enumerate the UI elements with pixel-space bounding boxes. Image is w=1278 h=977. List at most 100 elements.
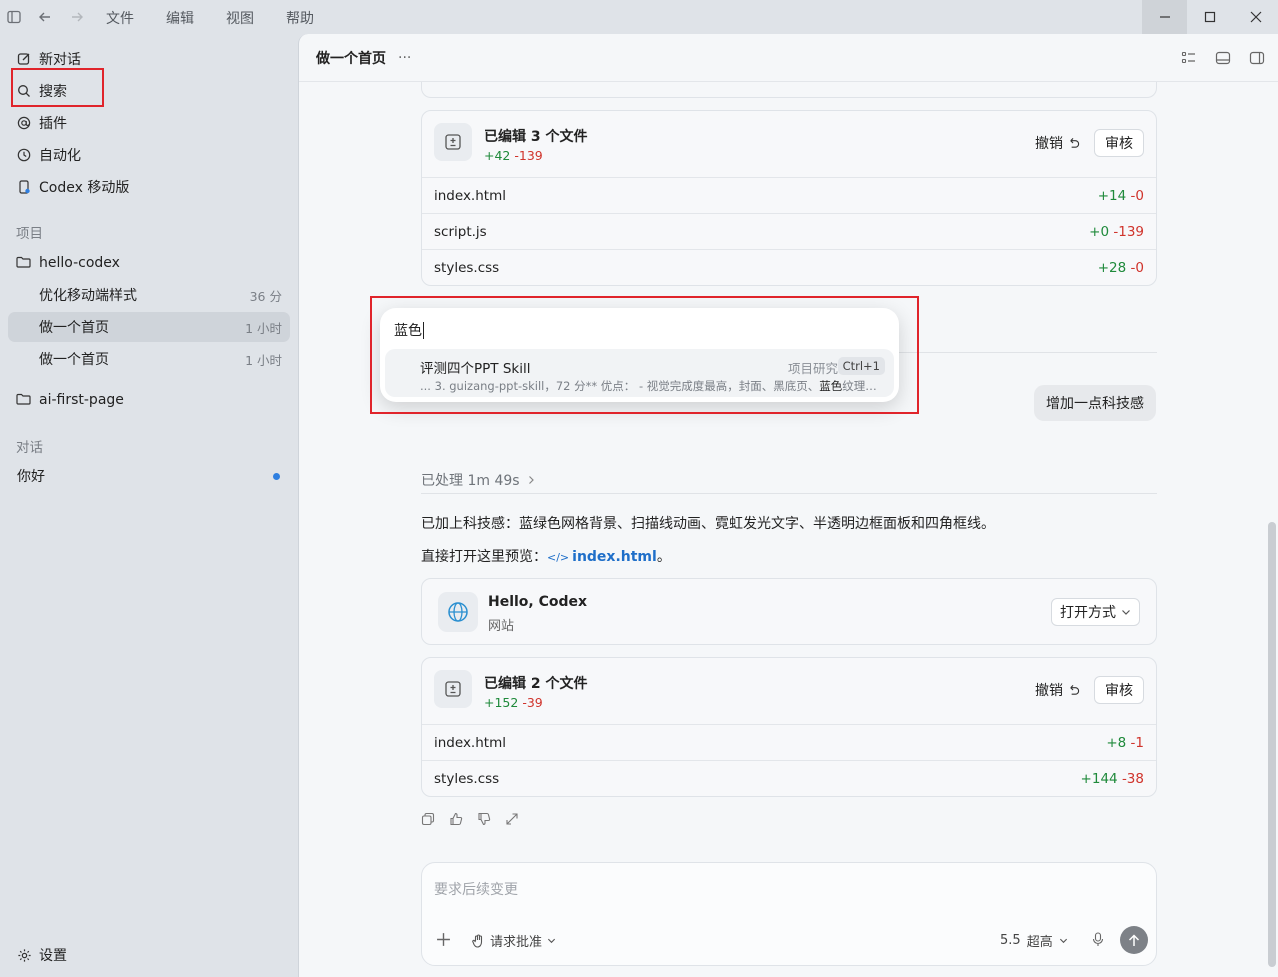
thumbs-down-icon[interactable] — [477, 812, 493, 828]
approval-dropdown[interactable]: 请求批准 — [472, 931, 556, 950]
microphone-icon[interactable] — [1092, 932, 1104, 947]
file-row[interactable]: script.js +0 -139 — [422, 213, 1156, 249]
file-diff: +0 -139 — [1089, 223, 1144, 240]
plugins-button[interactable]: 插件 — [8, 108, 290, 138]
website-title: Hello, Codex — [488, 594, 588, 610]
hand-icon — [472, 933, 483, 948]
file-diff: +8 -1 — [1106, 734, 1144, 751]
projects-section-label: 项目 — [16, 226, 43, 242]
website-card[interactable]: Hello, Codex 网站 打开方式 — [421, 578, 1157, 645]
thread-item-active[interactable]: 做一个首页 1 小时 — [8, 312, 290, 342]
thread-title: 优化移动端样式 — [39, 288, 137, 304]
sidebar: 新对话 搜索 插件 自动化 Codex 移动版 项目 hello-codex 优… — [0, 34, 298, 977]
scrollbar-thumb[interactable] — [1268, 522, 1276, 967]
arrow-up-icon — [1128, 933, 1140, 946]
automation-button[interactable]: 自动化 — [8, 140, 290, 170]
copy-icon[interactable] — [421, 812, 437, 828]
menu-file[interactable]: 文件 — [96, 8, 144, 28]
diff-icon — [434, 670, 472, 708]
share-icon[interactable] — [505, 812, 521, 828]
minimize-button[interactable] — [1142, 0, 1187, 34]
thread-title: 做一个首页 — [39, 352, 109, 368]
message-actions — [421, 812, 521, 828]
file-name: index.html — [434, 187, 506, 204]
plus-icon[interactable] — [436, 932, 451, 947]
diff-icon — [434, 123, 472, 161]
back-arrow-icon[interactable] — [34, 6, 56, 28]
compose-icon — [16, 51, 32, 67]
file-diff: +14 -0 — [1097, 187, 1144, 204]
open-with-button[interactable]: 打开方式 — [1051, 598, 1140, 626]
chevron-down-icon — [1122, 610, 1130, 615]
forward-arrow-icon[interactable] — [66, 6, 88, 28]
undo-button[interactable]: 撤销 — [1035, 133, 1080, 153]
codex-mobile-button[interactable]: Codex 移动版 — [8, 172, 290, 202]
more-options-button[interactable]: ··· — [398, 50, 411, 66]
settings-button[interactable]: 设置 — [8, 940, 290, 970]
menu-view[interactable]: 视图 — [216, 8, 264, 28]
file-row[interactable]: index.html +8 -1 — [422, 724, 1156, 760]
file-name: styles.css — [434, 770, 500, 787]
result-project: 项目研究 — [787, 361, 838, 376]
result-snippet: ... 3. guizang-ppt-skill，72 分** 优点： - 视觉… — [420, 379, 885, 393]
chevron-down-icon — [547, 938, 556, 944]
chats-section-label: 对话 — [16, 440, 43, 456]
send-button[interactable] — [1120, 926, 1148, 954]
thread-item[interactable]: 优化移动端样式 36 分 — [8, 280, 290, 310]
review-button[interactable]: 审核 — [1094, 676, 1144, 704]
file-name: index.html — [434, 734, 506, 751]
file-name: styles.css — [434, 259, 500, 276]
folder-icon — [16, 392, 32, 408]
processed-label: 已处理 1m 49s — [421, 473, 520, 489]
project-hello-codex[interactable]: hello-codex — [8, 248, 290, 278]
undo-button[interactable]: 撤销 — [1035, 680, 1080, 700]
main-header: 做一个首页 ··· — [299, 34, 1278, 82]
search-query: 蓝色 — [394, 323, 422, 339]
model-selector[interactable]: 5.5 超高 — [1000, 931, 1068, 950]
folder-icon — [16, 255, 32, 271]
phone-icon — [16, 179, 32, 195]
thumbs-up-icon[interactable] — [449, 812, 465, 828]
website-subtitle: 网站 — [488, 619, 515, 634]
clock-icon — [16, 147, 32, 163]
close-button[interactable] — [1233, 0, 1278, 34]
file-diff: +28 -0 — [1097, 259, 1144, 276]
search-result-item[interactable]: 评测四个PPT Skill 项目研究 Ctrl+1 ... 3. guizang… — [385, 349, 894, 397]
menu-help[interactable]: 帮助 — [276, 8, 324, 28]
index-html-link[interactable]: index.html — [572, 549, 657, 565]
globe-icon — [438, 592, 478, 632]
search-button[interactable]: 搜索 — [8, 76, 290, 106]
file-row[interactable]: styles.css +28 -0 — [422, 249, 1156, 285]
sidebar-toggle-icon[interactable] — [3, 6, 25, 28]
file-row[interactable]: index.html +14 -0 — [422, 177, 1156, 213]
file-name: script.js — [434, 223, 487, 240]
terminal-panel-icon[interactable] — [1215, 50, 1232, 67]
thread-title: 做一个首页 — [39, 320, 109, 336]
thread-item[interactable]: 做一个首页 1 小时 — [8, 344, 290, 374]
composer-input[interactable]: 要求后续变更 — [434, 879, 518, 899]
page-title: 做一个首页 — [316, 50, 386, 67]
new-chat-button[interactable]: 新对话 — [8, 44, 290, 74]
edited-files-card: 已编辑 3 个文件 +42 -139 撤销 审核 index.html +14 … — [421, 110, 1157, 286]
divider — [421, 493, 1157, 494]
composer[interactable]: 要求后续变更 请求批准 5.5 超高 — [421, 862, 1157, 966]
menu-edit[interactable]: 编辑 — [156, 8, 204, 28]
project-ai-first-page[interactable]: ai-first-page — [8, 385, 290, 415]
undo-icon — [1070, 684, 1080, 695]
search-icon — [16, 83, 32, 99]
side-panel-icon[interactable] — [1249, 50, 1266, 67]
chat-item[interactable]: 你好 — [8, 461, 290, 491]
search-input[interactable]: 蓝色 — [394, 320, 424, 340]
maximize-button[interactable] — [1187, 0, 1232, 34]
gear-icon — [16, 947, 32, 963]
file-row[interactable]: styles.css +144 -38 — [422, 760, 1156, 796]
settings-label: 设置 — [39, 948, 67, 964]
review-button[interactable]: 审核 — [1094, 129, 1144, 157]
chevron-right-icon — [528, 476, 534, 484]
project-name: ai-first-page — [39, 392, 124, 408]
processed-toggle[interactable]: 已处理 1m 49s — [421, 470, 536, 490]
task-list-icon[interactable] — [1181, 50, 1198, 67]
chat-title: 你好 — [17, 469, 45, 485]
reply-line-2: 直接打开这里预览：</> index.html。 — [421, 549, 671, 565]
project-name: hello-codex — [39, 255, 120, 271]
